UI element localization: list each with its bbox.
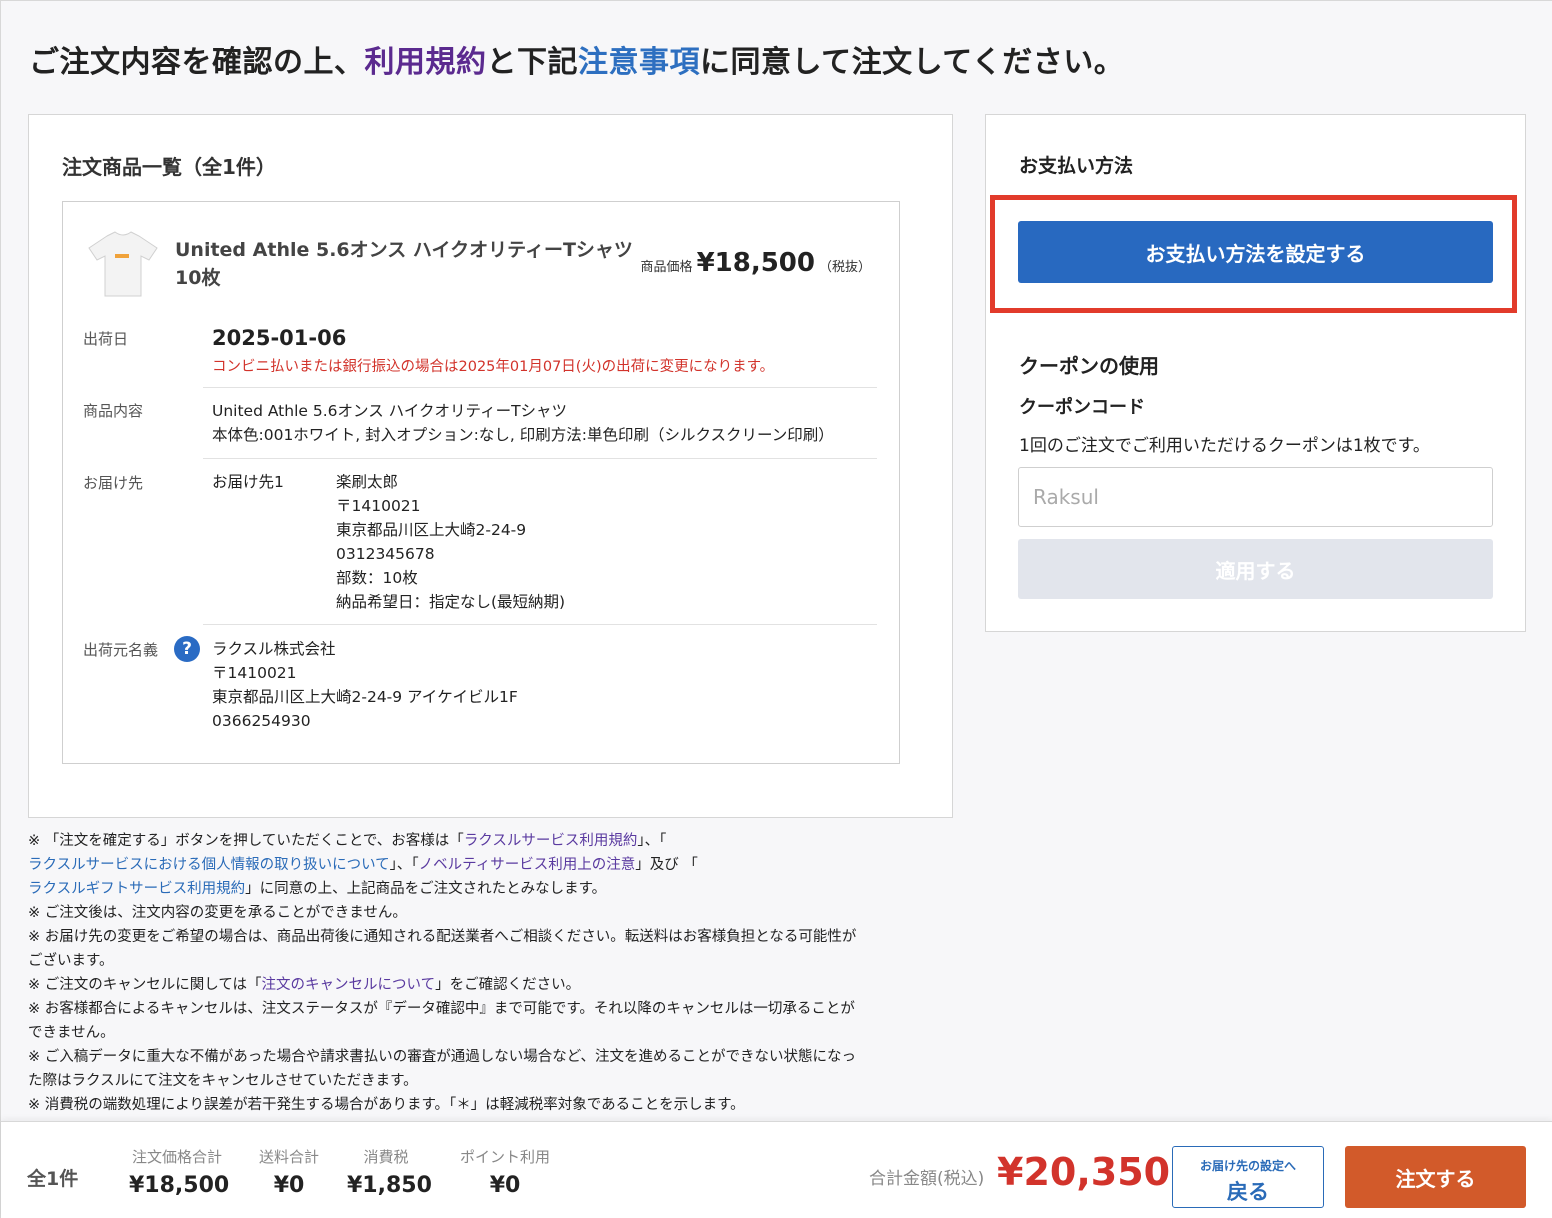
coupon-code-input[interactable]	[1018, 467, 1493, 527]
note-line: ございます。	[28, 953, 114, 969]
privacy-link[interactable]: ラクスルサービスにおける個人情報の取り扱いについて	[28, 857, 390, 873]
total-label: 合計金額(税込)	[869, 1169, 985, 1189]
delivery-line: 〒1410021	[336, 497, 421, 515]
points-used: ポイント利用 ¥0	[455, 1146, 555, 1198]
gift-terms-link[interactable]: ラクスルギフトサービス利用規約	[28, 881, 245, 897]
cancel-info-link[interactable]: 注文のキャンセルについて	[262, 977, 436, 993]
divider	[203, 624, 877, 625]
coupon-description: 1回のご注文でご利用いただけるクーポンは1枚です。	[1019, 436, 1430, 456]
note-line: できません。	[28, 1025, 115, 1041]
content-details: United Athle 5.6オンス ハイクオリティーTシャツ 本体色:001…	[212, 399, 834, 447]
notes-link[interactable]: 注意事項	[578, 45, 700, 80]
back-button-caption: お届け先の設定へ	[1199, 1158, 1296, 1173]
sender-line: 0366254930	[212, 712, 311, 730]
item-price-value: ¥18,500	[696, 248, 815, 278]
ship-date-label: 出荷日	[83, 330, 129, 348]
order-item: United Athle 5.6オンス ハイクオリティーTシャツ 10枚 商品価…	[62, 201, 900, 764]
note-text: 」をご確認ください。	[435, 977, 581, 993]
order-items-heading: 注文商品一覧（全1件）	[62, 155, 276, 179]
note-line: ※ 消費税の端数処理により誤差が若干発生する場合があります。「＊」は軽減税率対象…	[28, 1097, 745, 1113]
back-button-label: 戻る	[1227, 1179, 1269, 1204]
total-amount: ¥20,350	[997, 1150, 1171, 1194]
tax-total: 消費税 ¥1,850	[347, 1146, 432, 1198]
item-price-tax-note: （税抜）	[818, 260, 871, 275]
shipping-total: 送料合計 ¥0	[255, 1146, 323, 1198]
note-line: ※ ご入稿データに重大な不備があった場合や請求書払いの審査が通過しない場合など、…	[28, 1049, 857, 1065]
tax-label: 消費税	[363, 1148, 409, 1166]
title-part3: に同意して注文してください。	[700, 45, 1125, 80]
subtotal-label: 注文価格合計	[131, 1148, 222, 1166]
ship-date: 2025-01-06	[212, 326, 347, 350]
delivery-line: 部数：10枚	[336, 569, 418, 587]
place-order-button[interactable]: 注文する	[1345, 1146, 1526, 1208]
item-price: 商品価格 ¥18,500 （税抜）	[641, 248, 871, 278]
note-line: ※ ご注文のキャンセルに関しては「注文のキャンセルについて」をご確認ください。	[28, 973, 953, 997]
tshirt-thumbnail	[85, 230, 161, 298]
payment-coupon-card: お支払い方法 お支払い方法を設定する クーポンの使用 クーポンコード 1回のご注…	[985, 114, 1526, 632]
delivery-name-label: お届け先1	[212, 473, 284, 491]
sender-line: 東京都品川区上大崎2-24-9 アイケイビル1F	[212, 688, 518, 706]
delivery-label: お届け先	[83, 474, 144, 492]
title-part1: ご注文内容を確認の上、	[29, 45, 365, 80]
item-price-label: 商品価格	[640, 260, 693, 275]
note-line: ラクスルサービスにおける個人情報の取り扱いについて」、「ノベルティサービス利用上…	[28, 853, 953, 877]
back-to-delivery-button[interactable]: お届け先の設定へ 戻る	[1172, 1146, 1324, 1208]
item-name: United Athle 5.6オンス ハイクオリティーTシャツ 10枚	[175, 239, 633, 289]
novelty-notes-link[interactable]: ノベルティサービス利用上の注意	[419, 857, 636, 873]
note-line: た際はラクスルにて注文をキャンセルさせていただきます。	[28, 1073, 418, 1089]
page-title: ご注文内容を確認の上、利用規約と下記注意事項に同意して注文してください。	[29, 37, 1124, 81]
delivery-line: 東京都品川区上大崎2-24-9	[336, 521, 527, 539]
delivery-line: 楽刷太郎	[336, 473, 399, 491]
ship-date-note: コンビニ払いまたは銀行振込の場合は2025年01月07日(火)の出荷に変更になり…	[212, 359, 775, 375]
set-payment-button[interactable]: お支払い方法を設定する	[1018, 221, 1493, 283]
note-text: ※ ご注文のキャンセルに関しては「	[28, 977, 262, 993]
note-line: ※ 「注文を確定する」ボタンを押していただくことで、お客様は「ラクスルサービス利…	[28, 829, 953, 853]
note-text: ※ 「注文を確定する」ボタンを押していただくことで、お客様は「	[28, 833, 464, 849]
sender-line: ラクスル株式会社	[212, 640, 336, 658]
delivery-line: 0312345678	[336, 545, 435, 563]
title-part2: と下記	[486, 45, 578, 80]
delivery-address: 楽刷太郎 〒1410021 東京都品川区上大崎2-24-9 0312345678…	[336, 470, 565, 614]
note-line: ※ お客様都合によるキャンセルは、注文ステータスが『データ確認中』まで可能です。…	[28, 1001, 855, 1017]
content-label: 商品内容	[83, 402, 144, 420]
coupon-code-label: クーポンコード	[1019, 397, 1145, 418]
content-line: 本体色:001ホワイト, 封入オプション:なし, 印刷方法:単色印刷（シルクスク…	[212, 426, 834, 444]
subtotal-value: ¥18,500	[129, 1173, 230, 1198]
order-footer-bar: 全1件 注文価格合計 ¥18,500 送料合計 ¥0 消費税 ¥1,850 ポイ…	[1, 1121, 1552, 1218]
note-text: 」、「	[637, 833, 667, 849]
payment-heading: お支払い方法	[1019, 155, 1134, 177]
note-text: 」及び 「	[635, 857, 698, 873]
subtotal: 注文価格合計 ¥18,500	[129, 1146, 230, 1198]
order-items-card: 注文商品一覧（全1件） United Athle 5.6オンス ハイクオリティー…	[28, 114, 953, 818]
points-value: ¥0	[489, 1173, 521, 1198]
tax-value: ¥1,850	[347, 1173, 432, 1198]
order-notes: ※ 「注文を確定する」ボタンを押していただくことで、お客様は「ラクスルサービス利…	[28, 829, 953, 1117]
note-text: 」、「	[389, 857, 419, 873]
sender-label: 出荷元名義	[83, 641, 159, 659]
sender-line: 〒1410021	[212, 664, 297, 682]
note-line: ※ ご注文後は、注文内容の変更を承ることができません。	[28, 905, 407, 921]
service-terms-link[interactable]: ラクスルサービス利用規約	[464, 833, 638, 849]
note-line: ※ お届け先の変更をご希望の場合は、商品出荷後に通知される配送業者へご相談くださ…	[28, 929, 857, 945]
coupon-heading: クーポンの使用	[1019, 354, 1159, 378]
sender-details: ラクスル株式会社 〒1410021 東京都品川区上大崎2-24-9 アイケイビル…	[212, 637, 518, 733]
divider	[203, 387, 877, 388]
help-icon[interactable]: ?	[174, 636, 200, 662]
note-text: 」に同意の上、上記商品をご注文されたとみなします。	[245, 881, 607, 897]
note-line: ラクスルギフトサービス利用規約」に同意の上、上記商品をご注文されたとみなします。	[28, 877, 953, 901]
divider	[203, 458, 877, 459]
shipping-label: 送料合計	[258, 1148, 319, 1166]
item-count: 全1件	[27, 1168, 79, 1190]
points-label: ポイント利用	[459, 1148, 550, 1166]
apply-coupon-button[interactable]: 適用する	[1018, 539, 1493, 599]
shipping-value: ¥0	[273, 1173, 305, 1198]
delivery-line: 納品希望日：指定なし(最短納期)	[336, 593, 566, 611]
terms-link[interactable]: 利用規約	[365, 45, 487, 80]
content-line: United Athle 5.6オンス ハイクオリティーTシャツ	[212, 402, 568, 420]
